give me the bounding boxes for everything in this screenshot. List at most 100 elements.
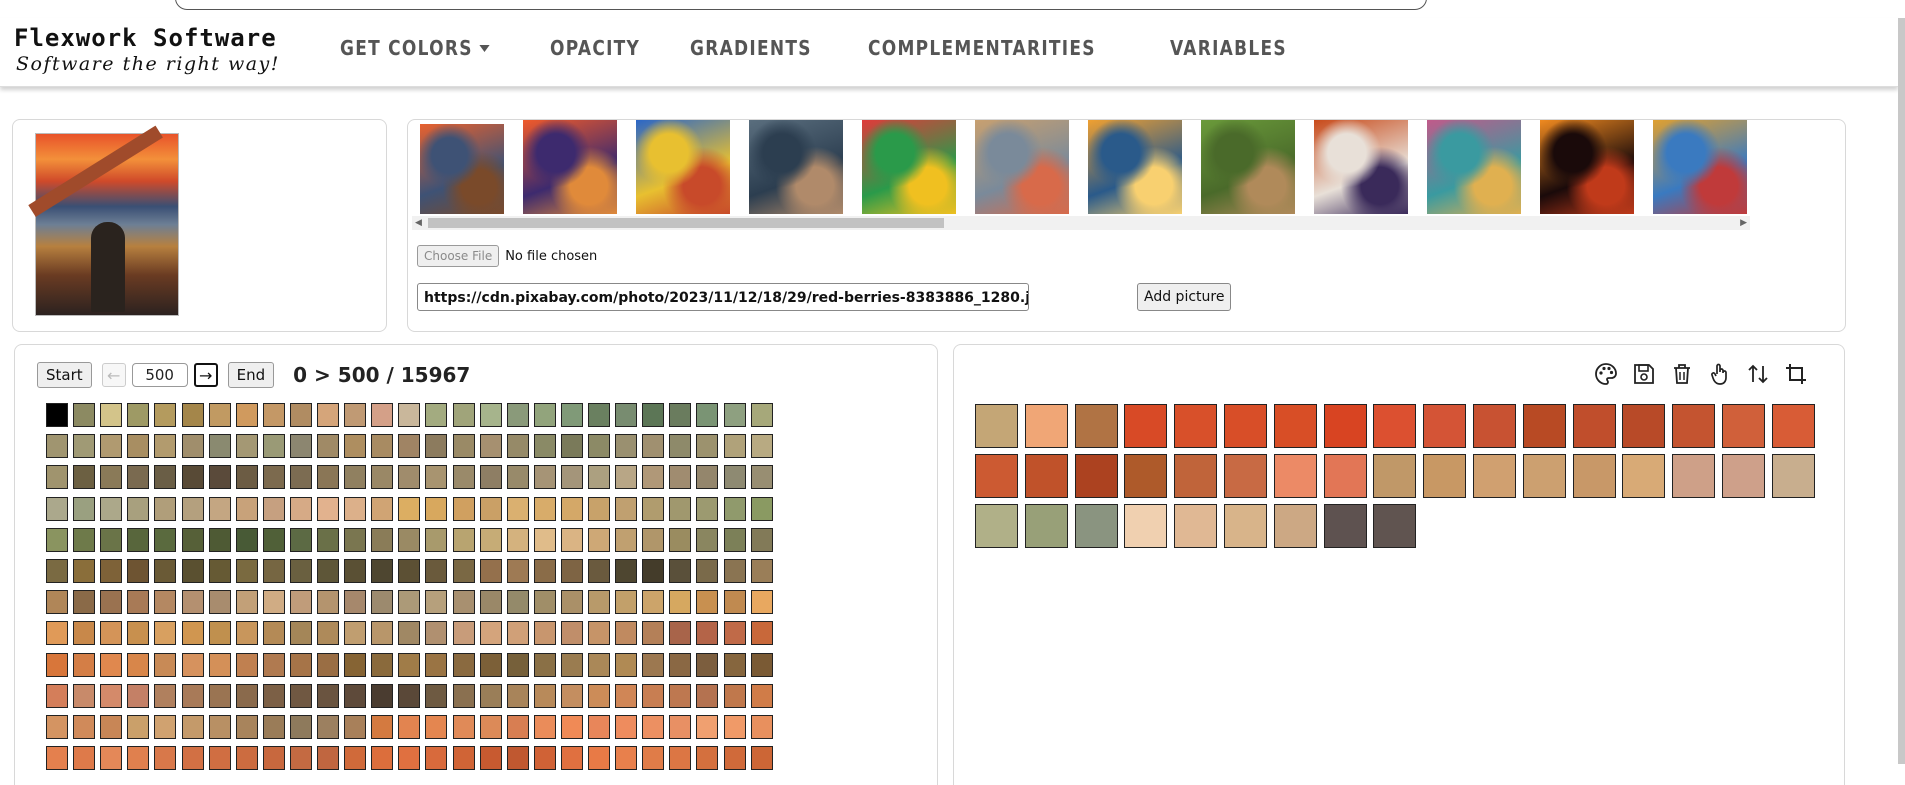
color-swatch[interactable] — [398, 527, 421, 552]
color-swatch[interactable] — [425, 496, 448, 521]
color-swatch[interactable] — [127, 559, 150, 583]
color-swatch[interactable] — [73, 621, 96, 646]
color-swatch[interactable] — [344, 683, 367, 708]
color-swatch[interactable] — [208, 715, 231, 739]
color-swatch[interactable] — [317, 527, 339, 552]
palette-swatch[interactable] — [1572, 454, 1616, 498]
palette-swatch[interactable] — [1373, 504, 1417, 548]
color-swatch[interactable] — [46, 621, 68, 646]
page-size-input[interactable]: 500 — [131, 363, 188, 387]
page-scrollbar-thumb[interactable] — [1898, 18, 1905, 764]
color-swatch[interactable] — [452, 590, 475, 615]
color-swatch[interactable] — [289, 590, 312, 615]
color-swatch[interactable] — [262, 652, 285, 677]
color-swatch[interactable] — [289, 683, 312, 708]
color-swatch[interactable] — [588, 496, 610, 521]
color-swatch[interactable] — [669, 465, 692, 490]
color-swatch[interactable] — [73, 746, 96, 771]
color-swatch[interactable] — [533, 683, 556, 708]
color-swatch[interactable] — [588, 652, 610, 677]
thumbnail-city-sunset[interactable] — [523, 120, 617, 214]
palette-swatch[interactable] — [1174, 504, 1218, 548]
color-swatch[interactable] — [533, 496, 556, 521]
color-swatch[interactable] — [235, 559, 258, 583]
color-swatch[interactable] — [560, 652, 583, 677]
color-swatch[interactable] — [398, 590, 421, 615]
color-swatch[interactable] — [371, 683, 394, 708]
color-swatch[interactable] — [615, 683, 638, 708]
nav-complementarities[interactable]: COMPLEMENTARITIES — [868, 36, 1096, 60]
color-swatch[interactable] — [262, 715, 285, 739]
color-swatch[interactable] — [506, 465, 529, 490]
color-swatch[interactable] — [696, 590, 719, 615]
nav-opacity[interactable]: OPACITY — [550, 36, 640, 60]
color-swatch[interactable] — [750, 746, 773, 771]
color-swatch[interactable] — [371, 746, 394, 771]
color-swatch[interactable] — [262, 559, 285, 583]
color-swatch[interactable] — [642, 496, 665, 521]
color-swatch[interactable] — [723, 621, 746, 646]
color-swatch[interactable] — [398, 746, 421, 771]
color-swatch[interactable] — [262, 465, 285, 490]
color-swatch[interactable] — [479, 652, 502, 677]
color-swatch[interactable] — [317, 590, 339, 615]
color-swatch[interactable] — [344, 559, 367, 583]
color-swatch[interactable] — [235, 496, 258, 521]
color-swatch[interactable] — [533, 715, 556, 739]
color-swatch[interactable] — [452, 715, 475, 739]
color-swatch[interactable] — [479, 715, 502, 739]
color-swatch[interactable] — [506, 746, 529, 771]
color-swatch[interactable] — [750, 590, 773, 615]
color-swatch[interactable] — [398, 652, 421, 677]
color-swatch[interactable] — [181, 715, 204, 739]
color-swatch[interactable] — [479, 559, 502, 583]
color-swatch[interactable] — [154, 652, 177, 677]
color-swatch[interactable] — [181, 496, 204, 521]
color-swatch[interactable] — [479, 590, 502, 615]
color-swatch[interactable] — [425, 527, 448, 552]
color-swatch[interactable] — [344, 465, 367, 490]
color-swatch[interactable] — [696, 621, 719, 646]
color-swatch[interactable] — [533, 434, 556, 459]
color-swatch[interactable] — [750, 652, 773, 677]
color-swatch[interactable] — [425, 746, 448, 771]
color-swatch[interactable] — [588, 746, 610, 771]
color-swatch[interactable] — [588, 465, 610, 490]
color-swatch[interactable] — [262, 496, 285, 521]
thumbnail-parrot[interactable] — [636, 120, 730, 214]
color-swatch[interactable] — [371, 434, 394, 459]
color-swatch[interactable] — [642, 403, 665, 427]
thumbnail-scrollbar[interactable]: ◀ ▶ — [412, 216, 1750, 230]
color-swatch[interactable] — [100, 746, 123, 771]
color-swatch[interactable] — [669, 590, 692, 615]
color-swatch[interactable] — [479, 434, 502, 459]
color-swatch[interactable] — [127, 715, 150, 739]
color-swatch[interactable] — [289, 465, 312, 490]
color-swatch[interactable] — [46, 746, 68, 771]
color-swatch[interactable] — [398, 621, 421, 646]
color-swatch[interactable] — [100, 621, 123, 646]
color-swatch[interactable] — [208, 621, 231, 646]
color-swatch[interactable] — [696, 652, 719, 677]
color-swatch[interactable] — [506, 559, 529, 583]
add-picture-button[interactable]: Add picture — [1137, 283, 1232, 311]
nav-get-colors[interactable]: GET COLORS — [340, 36, 490, 60]
color-swatch[interactable] — [371, 465, 394, 490]
color-swatch[interactable] — [344, 527, 367, 552]
color-swatch[interactable] — [73, 715, 96, 739]
color-swatch[interactable] — [452, 496, 475, 521]
color-swatch[interactable] — [73, 652, 96, 677]
color-swatch[interactable] — [317, 559, 339, 583]
color-swatch[interactable] — [533, 527, 556, 552]
color-swatch[interactable] — [506, 715, 529, 739]
color-swatch[interactable] — [100, 465, 123, 490]
palette-swatch[interactable] — [1224, 504, 1267, 548]
color-swatch[interactable] — [235, 621, 258, 646]
color-swatch[interactable] — [262, 527, 285, 552]
color-swatch[interactable] — [615, 652, 638, 677]
palette-swatch[interactable] — [1273, 454, 1317, 498]
thumbnail-boat-sunset[interactable] — [1088, 120, 1182, 214]
color-swatch[interactable] — [506, 527, 529, 552]
color-swatch[interactable] — [371, 403, 394, 427]
color-swatch[interactable] — [154, 746, 177, 771]
